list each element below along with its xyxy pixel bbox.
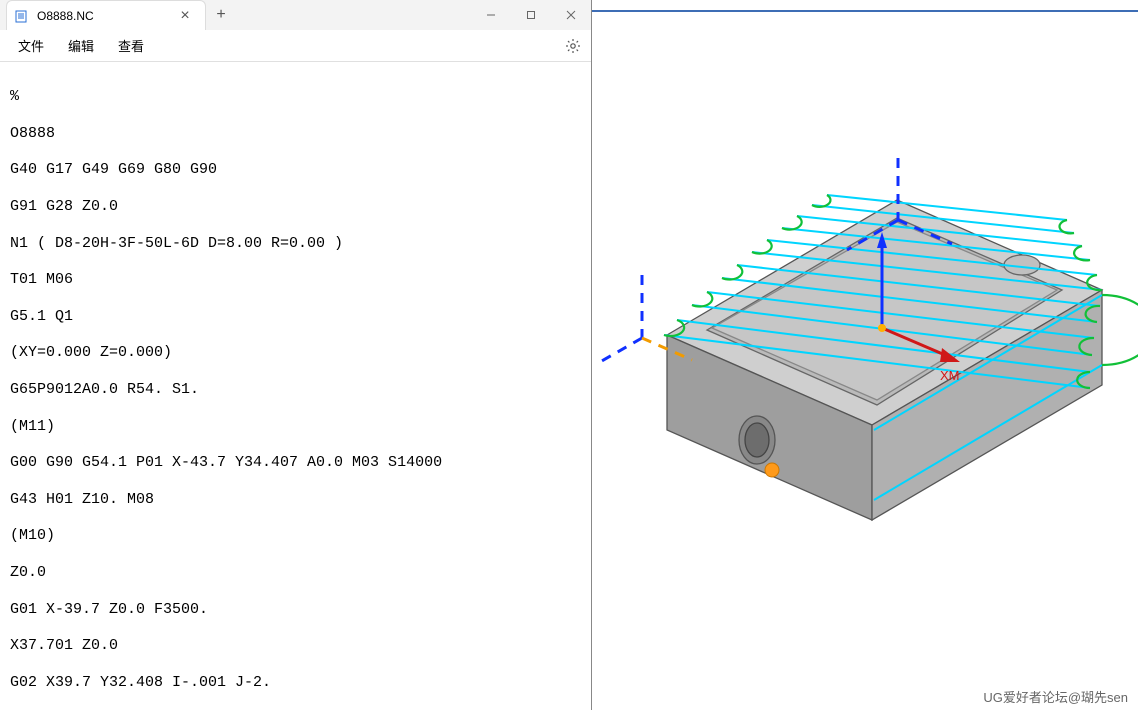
new-tab-button[interactable]: + bbox=[206, 0, 236, 30]
code-line: % bbox=[10, 88, 581, 106]
window-controls bbox=[471, 0, 591, 30]
menu-edit[interactable]: 编辑 bbox=[56, 32, 106, 59]
code-line: G5.1 Q1 bbox=[10, 308, 581, 326]
code-line: (M11) bbox=[10, 418, 581, 436]
code-line: T01 M06 bbox=[10, 271, 581, 289]
code-line: G40 G17 G49 G69 G80 G90 bbox=[10, 161, 581, 179]
tab-title: O8888.NC bbox=[37, 9, 169, 23]
code-line: (M10) bbox=[10, 527, 581, 545]
code-line: G65P9012A0.0 R54. S1. bbox=[10, 381, 581, 399]
cad-viewport[interactable]: XM bbox=[592, 0, 1138, 710]
close-tab-icon[interactable]: × bbox=[177, 8, 193, 24]
code-line: Z0.0 bbox=[10, 564, 581, 582]
maximize-button[interactable] bbox=[511, 0, 551, 30]
code-line: G43 H01 Z10. M08 bbox=[10, 491, 581, 509]
menu-view[interactable]: 查看 bbox=[106, 32, 156, 59]
code-line: G00 G90 G54.1 P01 X-43.7 Y34.407 A0.0 M0… bbox=[10, 454, 581, 472]
notepad-icon bbox=[15, 9, 29, 23]
code-line: G01 X-39.7 Z0.0 F3500. bbox=[10, 601, 581, 619]
code-line: G91 G28 Z0.0 bbox=[10, 198, 581, 216]
code-line: O8888 bbox=[10, 125, 581, 143]
code-editor[interactable]: % O8888 G40 G17 G49 G69 G80 G90 G91 G28 … bbox=[0, 62, 591, 710]
viewer-divider bbox=[592, 10, 1138, 12]
code-line: X37.701 Z0.0 bbox=[10, 637, 581, 655]
code-line: N1 ( D8-20H-3F-50L-6D D=8.00 R=0.00 ) bbox=[10, 235, 581, 253]
titlebar: O8888.NC × + bbox=[0, 0, 591, 30]
minimize-button[interactable] bbox=[471, 0, 511, 30]
code-line: G02 X39.7 Y32.408 I-.001 J-2. bbox=[10, 674, 581, 692]
menu-file[interactable]: 文件 bbox=[6, 32, 56, 59]
settings-icon[interactable] bbox=[561, 34, 585, 58]
file-tab[interactable]: O8888.NC × bbox=[6, 0, 206, 30]
tool-marker bbox=[765, 463, 779, 477]
menubar: 文件 编辑 查看 bbox=[0, 30, 591, 62]
watermark: UG爱好者论坛@瑚先sen bbox=[983, 687, 1128, 706]
viewer-pane[interactable]: XM bbox=[592, 0, 1138, 710]
axis-label-xm: XM bbox=[940, 368, 960, 383]
close-window-button[interactable] bbox=[551, 0, 591, 30]
code-line: (XY=0.000 Z=0.000) bbox=[10, 344, 581, 362]
